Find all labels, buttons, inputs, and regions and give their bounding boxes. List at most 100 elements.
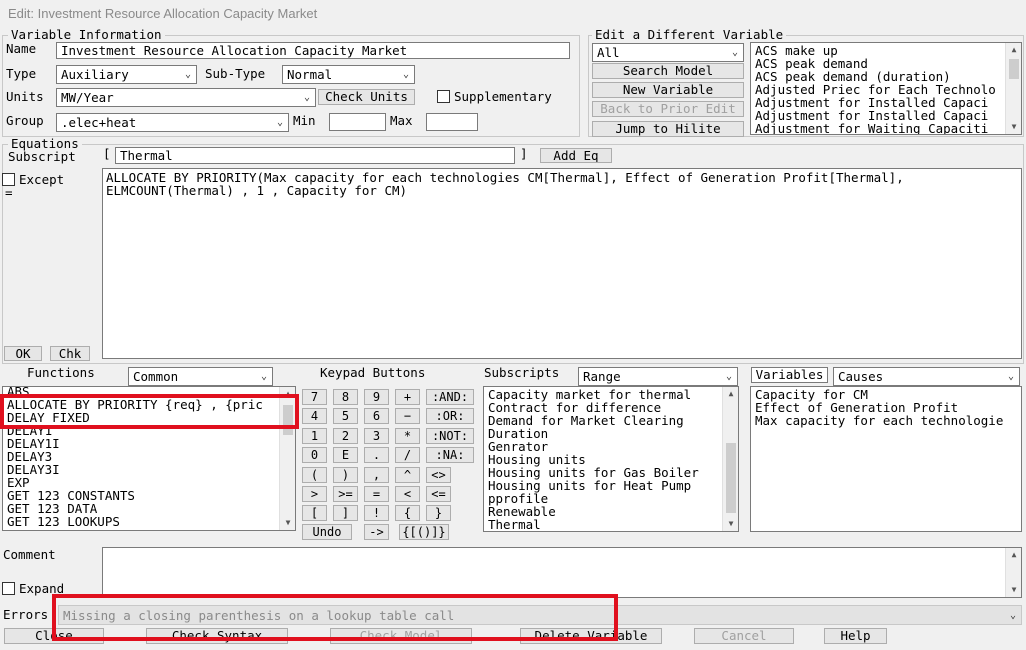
keypad-symbol-key[interactable]: < [395,486,420,502]
functions-category-select[interactable]: Common ⌄ [128,367,273,386]
subscripts-mode-select[interactable]: Range ⌄ [578,367,738,386]
keypad-key[interactable]: E [333,447,358,463]
variable-list-scrollbar[interactable]: ▲ ▼ [1005,43,1021,134]
except-label: Except [19,172,65,187]
scroll-down-icon[interactable]: ▼ [1006,120,1021,134]
variable-filter-select[interactable]: All ⌄ [592,43,744,62]
functions-list-scrollbar[interactable]: ▲ ▼ [279,387,295,530]
function-list-item[interactable]: GET 123 LOOKUPS [3,515,295,528]
scroll-up-icon[interactable]: ▲ [723,387,738,401]
keypad-symbol-key[interactable]: , [364,467,389,483]
keypad-symbol-key[interactable]: } [426,505,451,521]
expand-checkbox[interactable] [2,582,15,595]
units-select[interactable]: MW/Year ⌄ [56,88,316,107]
variable-list-item[interactable]: Adjustment for Waiting Capaciti [751,122,1021,134]
back-to-prior-edit-button[interactable]: Back to Prior Edit [592,101,744,117]
keypad-key[interactable]: 9 [364,389,389,405]
subscripts-list[interactable]: Capacity market for thermal Contract for … [483,386,739,532]
keypad-operator-key[interactable]: + [395,389,420,405]
keypad-operator-key[interactable]: / [395,447,420,463]
subscripts-list-items: Capacity market for thermal Contract for … [484,387,738,531]
check-model-button[interactable]: Check Model [330,628,472,644]
variable-list[interactable]: ACS make up ACS peak demand ACS peak deman… [750,42,1022,135]
keypad-symbol-key[interactable]: ( [302,467,327,483]
help-button[interactable]: Help [824,628,887,644]
scroll-up-icon[interactable]: ▲ [1006,548,1021,562]
scroll-thumb[interactable] [283,405,293,435]
keypad-symbol-key[interactable]: ! [364,505,389,521]
function-list-item[interactable]: DELAY3I [3,463,295,476]
type-value: Auxiliary [61,67,129,82]
keypad-key[interactable]: 6 [364,408,389,424]
keypad-key[interactable]: 3 [364,428,389,444]
search-model-button[interactable]: Search Model [592,63,744,79]
variables-tab-button[interactable]: Variables [751,367,828,383]
new-variable-button[interactable]: New Variable [592,82,744,98]
min-field[interactable] [329,113,386,131]
keypad-symbol-key[interactable]: <> [426,467,451,483]
chevron-down-icon: ⌄ [725,371,733,382]
max-field[interactable] [426,113,478,131]
keypad-key[interactable]: 4 [302,408,327,424]
subtype-select[interactable]: Normal ⌄ [282,65,415,84]
errors-select[interactable]: Missing a closing parenthesis on a looku… [58,605,1022,625]
supplementary-checkbox[interactable] [437,90,450,103]
keypad-logic-key[interactable]: :NOT: [426,428,474,444]
arrow-key[interactable]: -> [364,524,389,540]
keypad-symbol-key[interactable]: > [302,486,327,502]
variables-mode-select[interactable]: Causes ⌄ [833,367,1020,386]
keypad-operator-key[interactable]: − [395,408,420,424]
keypad-key[interactable]: 1 [302,428,327,444]
check-syntax-button[interactable]: Check Syntax [146,628,288,644]
functions-category-value: Common [133,369,179,384]
keypad-key[interactable]: 2 [333,428,358,444]
equation-editor[interactable]: ALLOCATE BY PRIORITY(Max capacity for ea… [102,168,1022,359]
keypad-symbol-key[interactable]: { [395,505,420,521]
delete-variable-button[interactable]: Delete Variable [520,628,662,644]
subscript-list-item[interactable]: Thermal [484,518,738,531]
keypad-operator-key[interactable]: * [395,428,420,444]
brackets-key[interactable]: {[()]} [399,524,449,540]
add-eq-button[interactable]: Add Eq [540,148,612,163]
subscript-field[interactable]: Thermal [115,147,515,164]
keypad-symbol-key[interactable]: ) [333,467,358,483]
jump-to-hilite-button[interactable]: Jump to Hilite [592,121,744,137]
keypad-key[interactable]: 0 [302,447,327,463]
scroll-down-icon[interactable]: ▼ [1006,583,1021,597]
scroll-thumb[interactable] [1009,59,1019,79]
keypad-symbol-key[interactable]: >= [333,486,358,502]
comment-field[interactable]: ▲ ▼ [102,547,1022,598]
cause-list-item[interactable]: Max capacity for each technologie [751,414,1021,427]
keypad-symbol-key[interactable]: [ [302,505,327,521]
scroll-up-icon[interactable]: ▲ [1006,43,1021,57]
keypad-symbol-key[interactable]: ^ [395,467,420,483]
keypad-logic-key[interactable]: :NA: [426,447,474,463]
chk-button[interactable]: Chk [50,346,90,361]
scroll-thumb[interactable] [726,443,736,513]
scroll-down-icon[interactable]: ▼ [723,517,738,531]
group-select[interactable]: .elec+heat ⌄ [56,113,289,132]
keypad-symbol-key[interactable]: <= [426,486,451,502]
check-units-button[interactable]: Check Units [318,89,415,105]
comment-scrollbar[interactable]: ▲ ▼ [1005,548,1021,597]
functions-list[interactable]: ABS ALLOCATE BY PRIORITY {req} , {pric DEL… [2,386,296,531]
type-select[interactable]: Auxiliary ⌄ [56,65,197,84]
keypad-logic-key[interactable]: :AND: [426,389,474,405]
variables-causes-list[interactable]: Capacity for CM Effect of Generation Prof… [750,386,1022,532]
keypad-symbol-key[interactable]: ] [333,505,358,521]
name-field[interactable]: Investment Resource Allocation Capacity … [56,42,570,59]
cancel-button[interactable]: Cancel [694,628,794,644]
keypad-key[interactable]: 5 [333,408,358,424]
keypad-key[interactable]: 7 [302,389,327,405]
keypad-key[interactable]: 8 [333,389,358,405]
keypad-logic-key[interactable]: :OR: [426,408,474,424]
keypad-symbol-key[interactable]: = [364,486,389,502]
name-label: Name [6,41,37,56]
undo-button[interactable]: Undo [302,524,352,540]
scroll-up-icon[interactable]: ▲ [280,387,295,401]
scroll-down-icon[interactable]: ▼ [280,516,295,530]
subscripts-list-scrollbar[interactable]: ▲ ▼ [722,387,738,531]
ok-button[interactable]: OK [4,346,42,361]
keypad-key[interactable]: . [364,447,389,463]
close-button[interactable]: Close [4,628,104,644]
